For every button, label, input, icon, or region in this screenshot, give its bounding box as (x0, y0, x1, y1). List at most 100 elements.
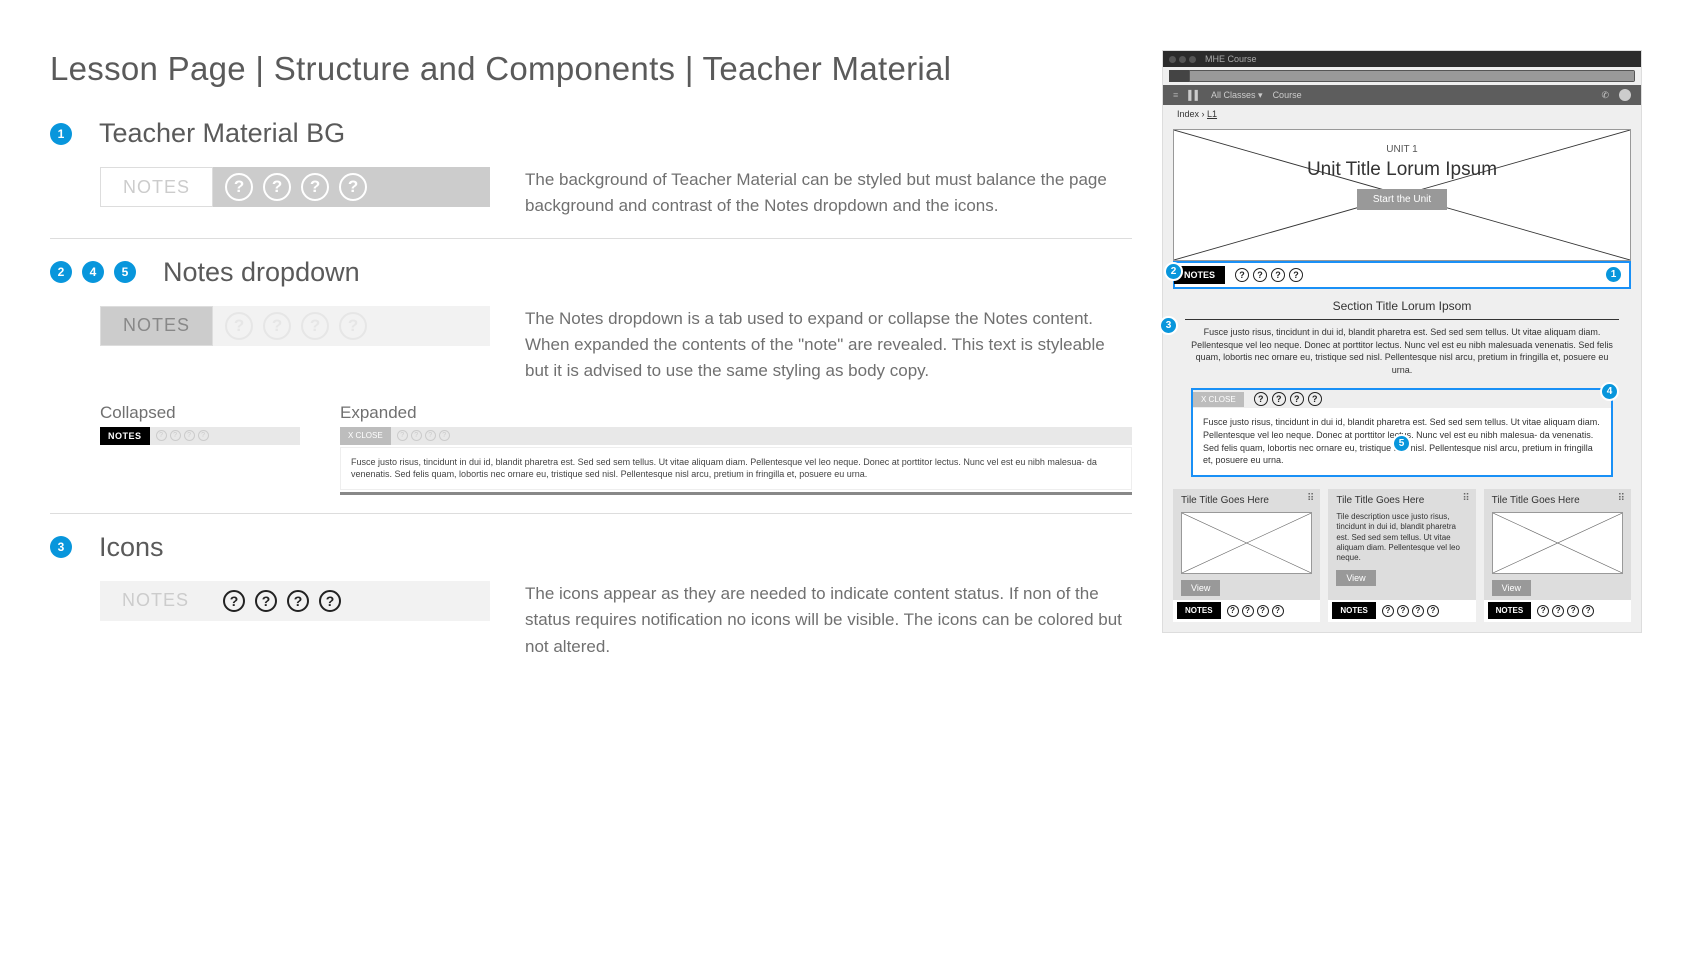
question-icon[interactable]: ? (1582, 605, 1594, 617)
notes-bar-mock: NOTES ? ? ? ? (100, 306, 490, 346)
question-icon[interactable]: ? (1397, 605, 1409, 617)
question-icon: ? (397, 430, 408, 441)
tile: ⠿ Tile Title Goes Here View NOTES???? (1484, 489, 1631, 622)
section-title: Teacher Material BG (99, 118, 345, 149)
menu-icon[interactable]: ≡ (1173, 90, 1178, 100)
close-tab[interactable]: X CLOSE (1193, 392, 1244, 407)
breadcrumb: Index › L1 (1163, 105, 1641, 123)
question-icon[interactable]: ? (1308, 392, 1322, 406)
unit-hero: UNIT 1 Unit Title Lorum Ipsum Start the … (1173, 129, 1631, 261)
question-icon[interactable]: ? (1227, 605, 1239, 617)
window-title: MHE Course (1205, 54, 1257, 64)
question-icon[interactable]: ? (1290, 392, 1304, 406)
pin-1: 1 (1604, 265, 1623, 284)
course-wireframe-mock: MHE Course ≡ ▌▌ All Classes ▾ Course ✆ I… (1162, 50, 1642, 633)
question-icon[interactable]: ? (1242, 605, 1254, 617)
unit-title: Unit Title Lorum Ipsum (1174, 159, 1630, 181)
question-icon: ? (225, 312, 253, 340)
question-icon[interactable]: ? (1257, 605, 1269, 617)
pin-3: 3 (1159, 316, 1178, 335)
badge-3: 3 (50, 536, 72, 558)
section-title: Notes dropdown (163, 257, 360, 288)
tile: ⠿ Tile Title Goes Here Tile description … (1328, 489, 1475, 622)
phone-icon[interactable]: ✆ (1601, 90, 1609, 101)
view-button[interactable]: View (1336, 570, 1375, 586)
question-icon[interactable]: ? (1427, 605, 1439, 617)
question-icon[interactable]: ? (1254, 392, 1268, 406)
tile-title: Tile Title Goes Here (1181, 495, 1312, 506)
course-link[interactable]: Course (1273, 90, 1302, 100)
section-heading: Section Title Lorum Ipsom (1185, 299, 1619, 313)
notes-tab[interactable]: NOTES (1488, 602, 1532, 619)
view-button[interactable]: View (1181, 580, 1220, 596)
question-icon: ? (223, 590, 245, 612)
badge-4: 4 (82, 261, 104, 283)
pin-2: 2 (1164, 262, 1183, 281)
drag-icon[interactable]: ⠿ (1462, 493, 1469, 504)
tile-desc: Tile description usce justo risus, tinci… (1336, 512, 1467, 564)
question-icon: ? (263, 312, 291, 340)
badge-1: 1 (50, 123, 72, 145)
question-icon: ? (156, 430, 167, 441)
notes-tab: NOTES (100, 306, 213, 346)
question-icon: ? (198, 430, 209, 441)
expanded-mock-bar: X CLOSE ???? (340, 427, 1132, 445)
section-teacher-bg: 1 Teacher Material BG NOTES ? ? ? ? The … (50, 118, 1132, 239)
icons-bar-mock: NOTES ? ? ? ? (100, 581, 490, 621)
question-icon[interactable]: ? (1382, 605, 1394, 617)
traffic-light-icon (1179, 56, 1186, 63)
question-icon[interactable]: ? (1567, 605, 1579, 617)
question-icon[interactable]: ? (1272, 392, 1286, 406)
classes-dropdown[interactable]: All Classes ▾ (1211, 90, 1263, 101)
drag-icon[interactable]: ⠿ (1618, 493, 1625, 504)
section-desc: The Notes dropdown is a tab used to expa… (525, 306, 1132, 385)
notes-tab[interactable]: NOTES2 (1174, 266, 1225, 284)
collapsed-label: Collapsed (100, 403, 300, 423)
drag-icon[interactable]: ⠿ (1307, 493, 1314, 504)
question-icon[interactable]: ? (1271, 268, 1285, 282)
expanded-body: Fusce justo risus, tincidunt in dui id, … (340, 447, 1132, 490)
crumb-l1[interactable]: L1 (1207, 109, 1217, 119)
tile-row: ⠿ Tile Title Goes Here View NOTES???? ⠿ … (1173, 489, 1631, 622)
badge-2: 2 (50, 261, 72, 283)
tile: ⠿ Tile Title Goes Here View NOTES???? (1173, 489, 1320, 622)
question-icon[interactable]: ? (1272, 605, 1284, 617)
notes-tab: NOTES (100, 581, 211, 621)
notes-tab[interactable]: NOTES (1177, 602, 1221, 619)
question-icon: ? (319, 590, 341, 612)
notes-tab-mini: NOTES (100, 427, 150, 445)
tile-title: Tile Title Goes Here (1336, 495, 1467, 506)
note-expanded-box: 4 X CLOSE ? ? ? ? 5 Fusce justo risus, t… (1191, 388, 1613, 476)
section-icons: 3 Icons NOTES ? ? ? ? The icons appear a… (50, 532, 1132, 678)
view-button[interactable]: View (1492, 580, 1531, 596)
highlight-bar: NOTES2 ? ? ? ? 1 (1173, 261, 1631, 289)
pin-4: 4 (1600, 382, 1619, 401)
expanded-label: Expanded (340, 403, 1132, 423)
teacher-bar-mock: NOTES ? ? ? ? (100, 167, 490, 207)
section-notes-dropdown: 2 4 5 Notes dropdown NOTES ? ? ? ? The N… (50, 257, 1132, 514)
traffic-light-icon (1169, 56, 1176, 63)
crumb-index[interactable]: Index (1177, 109, 1199, 119)
section-desc: The background of Teacher Material can b… (525, 167, 1132, 220)
badge-5: 5 (114, 261, 136, 283)
question-icon[interactable]: ? (1412, 605, 1424, 617)
app-toolbar: ≡ ▌▌ All Classes ▾ Course ✆ (1163, 85, 1641, 105)
start-unit-button[interactable]: Start the Unit (1357, 189, 1447, 210)
notes-tab[interactable]: NOTES (1332, 602, 1376, 619)
question-icon: ? (411, 430, 422, 441)
question-icon[interactable]: ? (1552, 605, 1564, 617)
question-icon[interactable]: ? (1235, 268, 1249, 282)
traffic-light-icon (1189, 56, 1196, 63)
question-icon[interactable]: ? (1253, 268, 1267, 282)
question-icon: ? (425, 430, 436, 441)
window-chrome: MHE Course (1163, 51, 1641, 67)
question-icon[interactable]: ? (1289, 268, 1303, 282)
question-icon: ? (301, 312, 329, 340)
logo-icon: ▌▌ (1188, 90, 1201, 100)
section-title: Icons (99, 532, 164, 563)
question-icon: ? (184, 430, 195, 441)
section-desc: The icons appear as they are needed to i… (525, 581, 1132, 660)
note-underline (340, 492, 1132, 495)
avatar[interactable] (1619, 89, 1631, 101)
question-icon[interactable]: ? (1537, 605, 1549, 617)
